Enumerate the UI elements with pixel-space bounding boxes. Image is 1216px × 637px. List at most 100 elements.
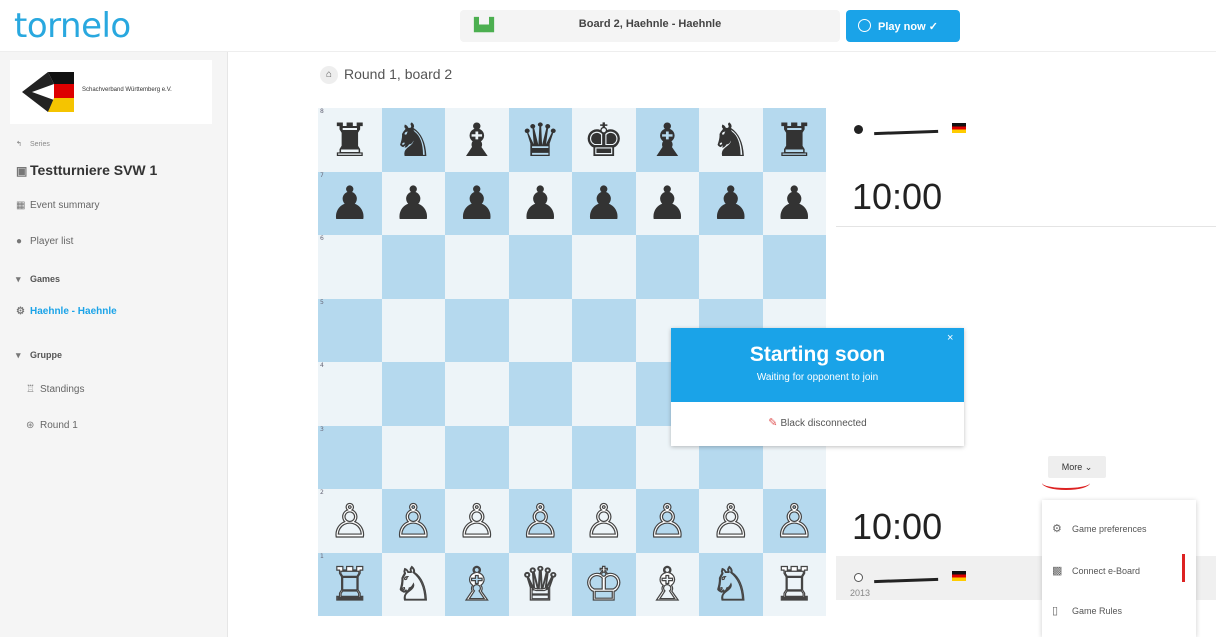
board-square[interactable]: ♟ xyxy=(508,171,572,235)
board-square[interactable] xyxy=(508,298,572,362)
board-square[interactable]: ♖ 1 xyxy=(318,552,382,616)
chess-piece[interactable]: ♙ xyxy=(392,497,434,544)
board-square[interactable]: 4 xyxy=(318,362,382,426)
board-square[interactable]: ♝ xyxy=(635,108,699,172)
board-square[interactable] xyxy=(381,298,445,362)
games-section-toggle[interactable]: ▾ Games xyxy=(16,274,60,285)
board-square[interactable] xyxy=(572,235,636,299)
board-square[interactable]: ♕ xyxy=(508,552,572,616)
chess-piece[interactable]: ♙ xyxy=(773,497,815,544)
chess-piece[interactable]: ♟ xyxy=(520,180,561,226)
board-square[interactable]: ♜ xyxy=(762,108,826,172)
chess-piece[interactable]: ♟ xyxy=(456,180,497,226)
chess-piece[interactable]: ♘ xyxy=(710,561,752,608)
more-button[interactable]: More ⌄ xyxy=(1048,456,1106,478)
chess-piece[interactable]: ♝ xyxy=(456,117,497,163)
chess-piece[interactable]: ♙ xyxy=(519,497,561,544)
board-square[interactable]: ♖ xyxy=(762,552,826,616)
chess-piece[interactable]: ♜ xyxy=(329,117,370,163)
series-back-link[interactable]: ↰ Series xyxy=(16,140,50,148)
board-square[interactable] xyxy=(572,298,636,362)
board-square[interactable]: ♟ xyxy=(762,171,826,235)
sidebar-item-player-list[interactable]: ● Player list xyxy=(16,236,73,247)
board-square[interactable]: ♟ 7 xyxy=(318,171,382,235)
chess-piece[interactable]: ♖ xyxy=(773,561,815,608)
board-square[interactable]: 5 xyxy=(318,298,382,362)
chess-piece[interactable]: ♝ xyxy=(647,117,688,163)
board-square[interactable]: ♙ xyxy=(762,489,826,553)
chess-piece[interactable]: ♘ xyxy=(392,561,434,608)
board-square[interactable]: 3 xyxy=(318,425,382,489)
board-square[interactable] xyxy=(762,235,826,299)
chess-piece[interactable]: ♟ xyxy=(774,180,815,226)
chess-piece[interactable]: ♟ xyxy=(393,180,434,226)
board-square[interactable]: ♗ xyxy=(445,552,509,616)
chess-piece[interactable]: ♙ xyxy=(646,497,688,544)
sidebar-item-event-summary[interactable]: ▦ Event summary xyxy=(16,200,99,211)
board-square[interactable] xyxy=(699,235,763,299)
chess-piece[interactable]: ♞ xyxy=(710,117,751,163)
board-square[interactable]: ♟ xyxy=(572,171,636,235)
board-square[interactable]: ♘ xyxy=(381,552,445,616)
board-square[interactable] xyxy=(445,235,509,299)
board-square[interactable]: ♝ xyxy=(445,108,509,172)
board-square[interactable]: ♙ xyxy=(699,489,763,553)
board-square[interactable]: ♞ xyxy=(381,108,445,172)
chess-piece[interactable]: ♚ xyxy=(583,117,624,163)
board-square[interactable]: ♙ xyxy=(445,489,509,553)
chess-piece[interactable]: ♔ xyxy=(583,561,625,608)
board-square[interactable]: ♟ xyxy=(699,171,763,235)
board-square[interactable] xyxy=(508,425,572,489)
chess-piece[interactable]: ♟ xyxy=(329,180,370,226)
chess-piece[interactable]: ♗ xyxy=(456,561,498,608)
board-square[interactable] xyxy=(635,235,699,299)
chess-piece[interactable]: ♜ xyxy=(774,117,815,163)
board-square[interactable]: ♞ xyxy=(699,108,763,172)
chess-piece[interactable]: ♕ xyxy=(519,561,561,608)
sidebar-item-standings[interactable]: ♖ Standings xyxy=(26,384,84,395)
chess-piece[interactable]: ♙ xyxy=(456,497,498,544)
chess-piece[interactable]: ♟ xyxy=(583,180,624,226)
menu-item-game-rules[interactable]: ▯ Game Rules xyxy=(1052,604,1192,617)
board-square[interactable] xyxy=(445,362,509,426)
chess-piece[interactable]: ♙ xyxy=(583,497,625,544)
board-square[interactable]: ♙ 2 xyxy=(318,489,382,553)
board-square[interactable]: ♟ xyxy=(635,171,699,235)
chess-piece[interactable]: ♛ xyxy=(520,117,561,163)
tournament-title[interactable]: ▣ Testturniere SVW 1 xyxy=(16,162,157,178)
board-square[interactable]: ♙ xyxy=(572,489,636,553)
sidebar-item-game[interactable]: ⚙ Haehnle - Haehnle xyxy=(16,306,117,317)
board-square[interactable] xyxy=(381,362,445,426)
board-square[interactable]: ♙ xyxy=(635,489,699,553)
board-square[interactable]: ♜ 8 xyxy=(318,108,382,172)
board-square[interactable]: ♛ xyxy=(508,108,572,172)
sidebar-item-round-1[interactable]: ⊛ Round 1 xyxy=(26,420,78,431)
chess-piece[interactable]: ♙ xyxy=(710,497,752,544)
menu-item-game-preferences[interactable]: ⚙ Game preferences xyxy=(1052,522,1192,535)
board-square[interactable]: ♙ xyxy=(508,489,572,553)
board-square[interactable] xyxy=(508,235,572,299)
chess-piece[interactable]: ♟ xyxy=(647,180,688,226)
board-square[interactable]: ♘ xyxy=(699,552,763,616)
home-icon[interactable]: ⌂ xyxy=(320,66,338,85)
board-square[interactable] xyxy=(381,235,445,299)
board-square[interactable] xyxy=(445,425,509,489)
board-square[interactable]: ♙ xyxy=(381,489,445,553)
board-square[interactable]: ♟ xyxy=(381,171,445,235)
organization-logo[interactable]: Schachverband Württemberg e.V. xyxy=(10,60,212,124)
chess-piece[interactable]: ♙ xyxy=(329,497,371,544)
menu-item-connect-eboard[interactable]: ▩ Connect e-Board xyxy=(1052,564,1192,577)
board-square[interactable]: ♚ xyxy=(572,108,636,172)
board-square[interactable] xyxy=(572,425,636,489)
chess-piece[interactable]: ♞ xyxy=(393,117,434,163)
current-game-pill[interactable]: ▙▟ Board 2, Haehnle - Haehnle xyxy=(460,10,840,42)
board-square[interactable]: ♔ xyxy=(572,552,636,616)
play-now-button[interactable]: Play now ✓ xyxy=(846,10,960,42)
chess-piece[interactable]: ♟ xyxy=(710,180,751,226)
board-square[interactable]: 6 xyxy=(318,235,382,299)
group-section-toggle[interactable]: ▾ Gruppe xyxy=(16,350,62,361)
chess-piece[interactable]: ♖ xyxy=(329,561,371,608)
board-square[interactable] xyxy=(508,362,572,426)
board-square[interactable]: ♟ xyxy=(445,171,509,235)
board-square[interactable] xyxy=(445,298,509,362)
